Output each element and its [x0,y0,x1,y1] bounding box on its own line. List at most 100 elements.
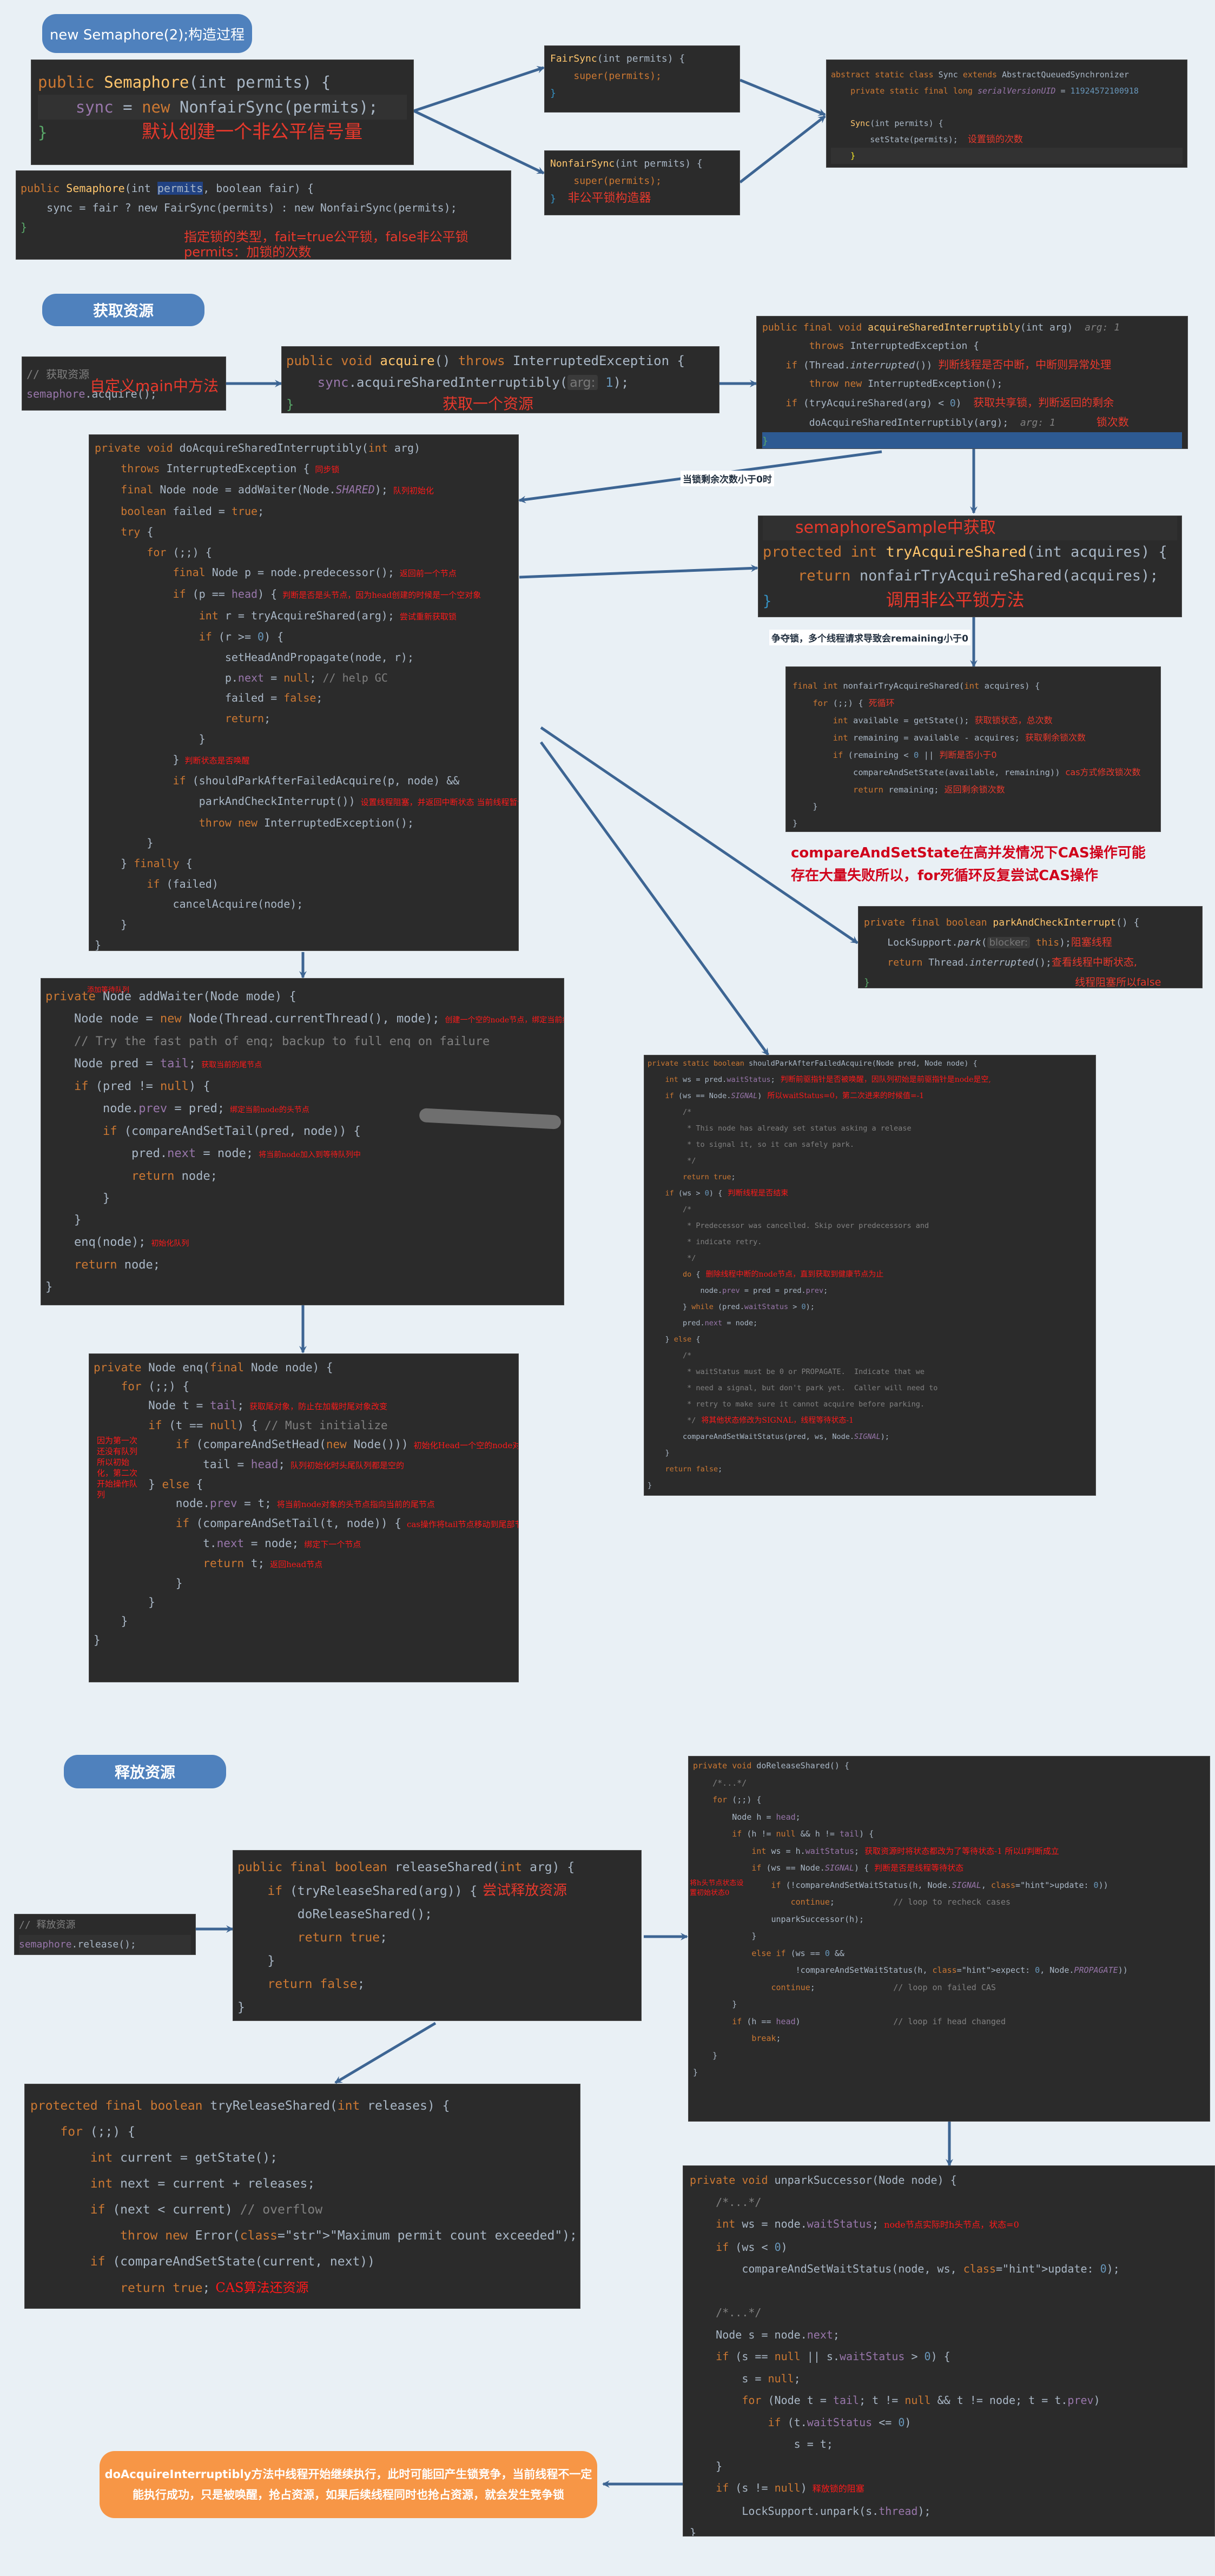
annotation-note: 判断前驱指针是否被唤醒，因队列初始是前驱指针是node是空, [780,1075,991,1084]
code-line: if (pred != null) { [74,1080,210,1093]
code-fairsync-constructor: FairSync(int permits) { super(permits); … [544,45,740,113]
code-line: if (ws == Node.SIGNAL) {判断是否是线程等待状态 [751,1863,964,1873]
code-line: */将其他状态修改为SIGNAL，线程等待状态-1 [648,1416,854,1425]
code-line: if (remaining < 0 || 判断是否小于0 [833,750,997,760]
code-line: for (;;) { [147,545,212,559]
code-line: } [690,2459,723,2473]
code-release-shared: public final boolean releaseShared(int a… [233,1850,642,2021]
code-line: private void doReleaseShared() { [693,1761,849,1771]
code-line: throws InterruptedException {同步锁 [121,461,340,475]
annotation-note: 获取当前的尾节点 [201,1060,262,1069]
arrow-releaseshared-to-tryrelease [334,2022,437,2084]
code-line: if (ws == Node.SIGNAL) 所以waitStatus=0，第二次… [665,1092,925,1100]
code-line: if (!compareAndSetWaitStatus(h, Node.SIG… [771,1880,1108,1890]
code-line: if (s != null) 释放锁的阻塞 [716,2481,864,2494]
code-line: for (;;) {死循环 [813,698,895,708]
annotation-note: 判断线程是否结束 [728,1189,789,1198]
code-line: final int nonfairTryAcquireShared(int ac… [793,681,1040,691]
annotation-note: 释放锁的阻塞 [812,2483,864,2494]
code-line: * need a signal, but don't park yet. Cal… [648,1384,938,1392]
annotation-note: 获取锁状态，总次数 [974,715,1053,725]
code-line: int ws = node.waitStatus; node节点实际时h头节点，状… [716,2217,1019,2230]
code-line: if (r >= 0) { [199,630,284,644]
annotation-note: 将当前node加入到等待队列中 [259,1150,361,1159]
annotation-note: 绑定下一个节点 [304,1540,361,1549]
code-line: enq(node); 初始化队列 [45,1235,189,1249]
code-unpark-successor: private void unparkSuccessor(Node node) … [683,2165,1215,2537]
code-line: } [648,1481,652,1490]
code-line: setHeadAndPropagate(node, r); [95,651,414,664]
code-line: return; [224,712,271,725]
code-line: compareAndSetWaitStatus(pred, ws, Node.S… [648,1432,890,1441]
code-line: if (compareAndSetHead(new Node())) 初始化Hea… [94,1435,518,1455]
annotation-note: 将当前node对象的头节点指向当前的尾节点 [276,1500,435,1509]
code-line: boolean failed = true; [121,505,265,518]
code-line: } [30,2301,575,2308]
edge-label-less-than-zero: 当锁剩余次数小于0时 [681,471,774,486]
code-line: if (compareAndSetState(current, next)) [90,2255,375,2269]
code-line: compareAndSetState(available, remaining)… [793,767,1141,777]
code-line: * waitStatus must be 0 or PROPAGATE. Ind… [648,1368,925,1376]
code-line: compareAndSetWaitStatus(node, ws, class=… [690,2262,1120,2275]
code-line: } [45,1280,53,1294]
code-line: node.prev = t; 将当前node对象的头节点指向当前的尾节点 [94,1497,435,1510]
arrow-nonfairsync-to-sync [739,115,826,183]
annotation-note: 判断是否是线程等待状态 [874,1863,964,1873]
code-line: unparkSuccessor(h); [693,1914,864,1924]
code-line: int r = tryAcquireShared(arg); 尝试重新获取锁 [199,609,457,622]
code-line: } [237,2000,245,2014]
code-line: int available = getState(); 获取锁状态，总次数 [833,715,1053,725]
code-line: return false; [267,1977,365,1991]
code-line: int current = getState(); [90,2151,278,2165]
code-enq: private Node enq(final Node node) { for … [89,1353,519,1682]
code-line: for (Node t = tail; t != null && t != no… [742,2394,1100,2407]
code-line: if (next < current) // overflow [90,2203,323,2217]
arrow-doacquire-to-shouldpark [539,741,770,1056]
code-line: break; [751,2033,781,2043]
code-line: if (s == null || s.waitStatus > 0) { [716,2350,950,2363]
annotation-note: 将其他状态修改为SIGNAL，线程等待状态-1 [701,1416,854,1425]
code-line: } [45,1191,110,1205]
annotation-note: 设置线程阻塞，并返回中断状态 当前线程暂停，这个for循环停止，不占用cpu资源 [360,797,518,807]
code-line: Node pred = tail; 获取当前的尾节点 [45,1056,262,1071]
code-line: /* [648,1205,692,1214]
code-line: } 判断状态是否唤醒 [95,752,250,766]
annotation-note: 所以waitStatus=0，第二次进来的时候值=-1 [767,1092,925,1100]
code-line: return node; [131,1170,217,1183]
code-park-and-check-interrupt: private final boolean parkAndCheckInterr… [858,906,1203,988]
code-line: } [45,1213,82,1227]
section-release-header: 释放资源 [64,1755,226,1788]
code-line: if (p == head) {判断是否是头节点，因为head创建的时候是一个空… [173,587,481,600]
annotation-note: 返回剩余锁次数 [944,784,1005,795]
code-line: t.next = node; 绑定下一个节点 [94,1537,361,1550]
code-line: } [648,1449,670,1457]
code-line: } else { [94,1478,203,1491]
code-line: pred.next = node; 将当前node加入到等待队列中 [45,1146,361,1160]
code-line: if (failed) [147,877,219,890]
code-line: return remaining; 返回剩余锁次数 [853,784,1005,795]
annotation-note: 绑定当前node的头节点 [230,1105,309,1114]
code-line: return true; [297,1931,387,1945]
code-try-acquire-shared: semaphoreSample中获取 protected int tryAcqu… [758,516,1182,617]
annotation-note: node节点实际时h头节点，状态=0 [884,2220,1019,2230]
code-line: } [94,1615,128,1628]
code-line: /* [648,1108,692,1117]
annotation-note: 尝试重新获取锁 [399,611,457,622]
code-line: } [94,1577,183,1590]
annotation-note: 尝试释放资源 [483,1883,567,1899]
code-line: private void doAcquireSharedInterruptibl… [95,441,421,454]
annotation-note: 获取剩余锁次数 [1025,732,1086,743]
code-line: if (tryReleaseShared(arg)) {尝试释放资源 [267,1883,567,1899]
code-line: s = null; [690,2372,801,2385]
code-line: } finally { [95,857,193,870]
annotation-note: 删除线程中断的node节点，直到获取到健康节点为止 [705,1270,884,1279]
section-acquire-header: 获取资源 [42,294,204,326]
annotation-note: 队列初始化时头尾队列都是空的 [290,1461,405,1470]
code-line: // Try the fast path of enq; backup to f… [74,1035,490,1048]
code-main-acquire: // 获取资源 semaphore.acquire(); 自定义main中方法 [22,356,226,411]
annotation-note: 判断状态是否唤醒 [184,755,250,765]
code-line: if (ws > 0) {判断线程是否结束 [665,1189,789,1198]
code-line: /* [648,1351,692,1360]
code-line: } [693,2068,698,2077]
annotation-note: 创建一个空的node节点，绑定当前线程 [445,1015,564,1025]
